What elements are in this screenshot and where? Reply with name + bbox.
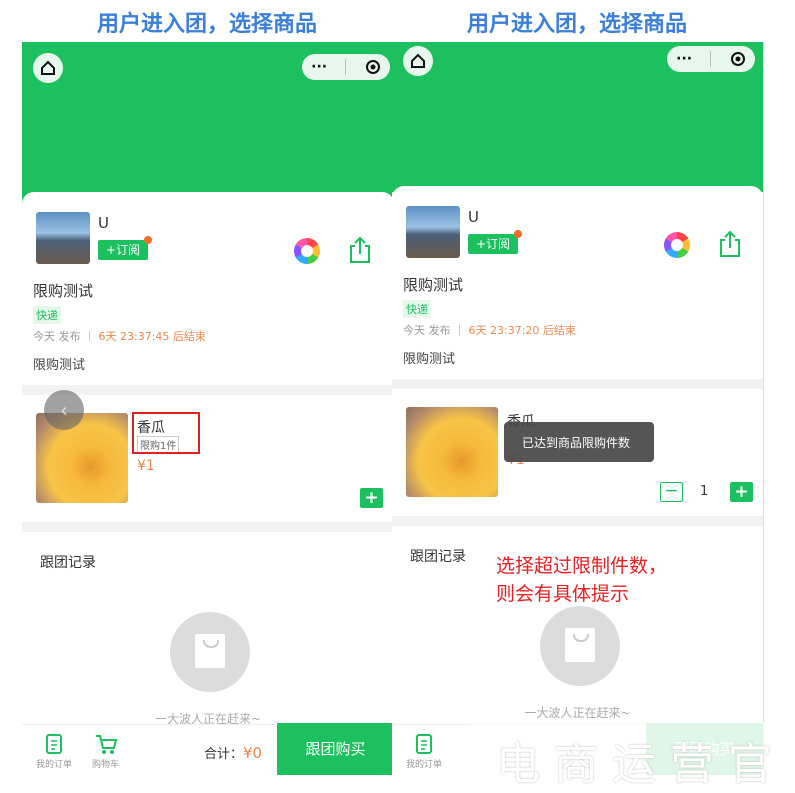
watermark-logo: 电商运营官 <box>470 722 795 793</box>
caption-right: 用户进入团，选择商品 <box>466 12 687 37</box>
caption-left: 用户进入团，选择商品 <box>96 12 317 37</box>
divider <box>392 379 763 389</box>
aperture-icon[interactable] <box>664 232 690 258</box>
aperture-icon[interactable] <box>294 238 320 264</box>
back-button[interactable]: ‹ <box>44 390 84 430</box>
avatar <box>36 212 90 264</box>
delivery-tag: 快递 <box>403 300 431 318</box>
mini-program-capsule: ··· <box>302 54 390 80</box>
subscribe-button[interactable]: +订阅 <box>98 240 148 260</box>
delivery-tag: 快递 <box>33 306 61 324</box>
group-info-card: U +订阅 限购测试 快递 今天 发布 ｜ 6天 23:37:20 后结束 限购… <box>392 186 763 379</box>
my-orders-button[interactable]: 我的订单 <box>36 733 72 770</box>
group-title: 限购测试 <box>33 282 94 300</box>
home-icon <box>41 60 55 75</box>
orders-label: 我的订单 <box>36 760 73 770</box>
close-target-icon[interactable] <box>730 51 746 67</box>
divider <box>22 522 394 532</box>
group-info-card: U +订阅 限购测试 快递 今天 发布 ｜ 6天 23:37:45 后结束 限购… <box>22 192 394 385</box>
highlight-box <box>132 412 200 454</box>
add-button[interactable]: + <box>730 482 753 502</box>
group-title: 限购测试 <box>403 276 464 294</box>
group-description: 限购测试 <box>33 358 86 373</box>
empty-bag-icon <box>170 612 250 692</box>
publish-time: 今天 发布 <box>33 330 81 343</box>
user-name: U <box>98 214 109 232</box>
quantity-value: 1 <box>700 484 709 499</box>
cart-icon <box>95 735 117 754</box>
empty-bag-icon <box>540 606 620 686</box>
home-button[interactable] <box>403 46 433 76</box>
more-button[interactable]: ··· <box>676 51 692 67</box>
my-orders-button[interactable]: 我的订单 <box>406 733 442 770</box>
countdown: 6天 23:37:20 后结束 <box>468 324 576 337</box>
total-value: ¥0 <box>243 744 263 762</box>
divider <box>392 516 763 526</box>
bottom-bar: 我的订单 购物车 合计：¥0 跟团购买 <box>22 723 394 778</box>
product-price: ¥1 <box>137 458 155 474</box>
countdown: 6天 23:37:45 后结束 <box>98 330 206 343</box>
notification-dot <box>144 236 152 244</box>
product-image[interactable] <box>36 413 128 503</box>
user-name: U <box>468 208 479 226</box>
product-image[interactable] <box>406 407 498 497</box>
divider <box>22 385 394 395</box>
records-title: 跟团记录 <box>410 549 466 565</box>
buy-button[interactable]: 跟团购买 <box>277 723 394 775</box>
orders-label: 我的订单 <box>406 760 443 770</box>
share-icon[interactable] <box>718 230 742 258</box>
phone-screen-left: ··· U +订阅 限购测试 快递 今天 发布 ｜ 6天 23:37:45 后结… <box>22 42 394 778</box>
home-button[interactable] <box>33 53 63 83</box>
annotation-text: 选择超过限制件数， 则会有具体提示 <box>496 555 668 605</box>
subscribe-button[interactable]: +订阅 <box>468 234 518 254</box>
orders-icon <box>46 734 62 754</box>
total-label: 合计： <box>204 747 244 762</box>
cart-label: 购物车 <box>92 760 120 770</box>
notification-dot <box>514 230 522 238</box>
decrease-button[interactable]: − <box>660 482 683 502</box>
more-button[interactable]: ··· <box>311 59 327 75</box>
limit-toast: 已达到商品限购件数 <box>504 422 654 462</box>
cart-button[interactable]: 购物车 <box>92 733 119 770</box>
orders-icon <box>416 734 432 754</box>
close-target-icon[interactable] <box>365 59 381 75</box>
publish-time: 今天 发布 <box>403 324 451 337</box>
add-button[interactable]: + <box>360 488 383 508</box>
avatar <box>406 206 460 258</box>
home-icon <box>411 53 425 68</box>
time-info: 今天 发布 ｜ 6天 23:37:45 后结束 <box>33 330 206 343</box>
records-title: 跟团记录 <box>40 555 96 571</box>
share-icon[interactable] <box>348 236 372 264</box>
group-description: 限购测试 <box>403 352 456 367</box>
total: 合计：¥0 <box>204 743 262 762</box>
empty-text: 一大波人正在赶来~ <box>524 706 631 720</box>
phone-screen-right: ··· U +订阅 限购测试 快递 今天 发布 ｜ 6天 23:37:20 后结… <box>392 42 764 778</box>
time-info: 今天 发布 ｜ 6天 23:37:20 后结束 <box>403 324 576 337</box>
mini-program-capsule: ··· <box>667 46 755 72</box>
